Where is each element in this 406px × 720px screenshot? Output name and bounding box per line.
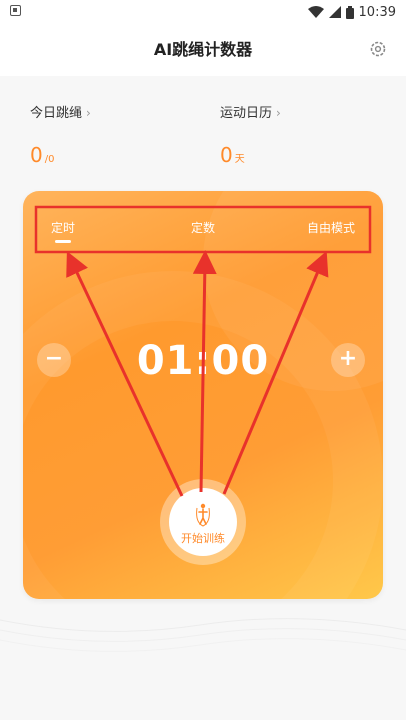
today-jump-unit: /0 bbox=[44, 154, 55, 165]
app-header: AI跳绳计数器 bbox=[0, 24, 406, 76]
status-bar: 10:39 bbox=[0, 0, 406, 24]
calendar-label: 运动日历 bbox=[220, 106, 273, 121]
chevron-right-icon: › bbox=[86, 106, 91, 120]
tab-count[interactable]: 定数 bbox=[191, 219, 215, 236]
tab-active-indicator bbox=[55, 240, 71, 243]
signal-icon bbox=[328, 6, 341, 18]
start-button-face[interactable]: 开始训练 bbox=[169, 488, 237, 556]
bottom-decoration bbox=[0, 618, 406, 652]
jump-rope-icon bbox=[196, 503, 210, 527]
chevron-right-icon: › bbox=[276, 106, 281, 120]
calendar-stat[interactable]: 运动日历 › 0天 bbox=[220, 102, 281, 167]
clock: 10:39 bbox=[358, 4, 396, 20]
battery-icon bbox=[345, 5, 354, 19]
today-jump-stat[interactable]: 今日跳绳 › 0/0 bbox=[30, 102, 91, 167]
wifi-icon bbox=[307, 6, 324, 18]
status-icons: 10:39 bbox=[307, 3, 396, 21]
gear-icon[interactable] bbox=[368, 39, 388, 59]
page-title: AI跳绳计数器 bbox=[153, 40, 253, 59]
calendar-unit: 天 bbox=[234, 154, 245, 165]
notification-icon bbox=[10, 5, 21, 16]
start-training-button[interactable]: 开始训练 bbox=[160, 479, 246, 565]
training-card: 定时 定数 自由模式 − 01:00 + 开始训练 bbox=[23, 191, 383, 599]
tab-timed[interactable]: 定时 bbox=[51, 219, 75, 236]
today-jump-label: 今日跳绳 bbox=[30, 106, 83, 121]
today-jump-value: 0 bbox=[30, 143, 43, 167]
tab-free-mode[interactable]: 自由模式 bbox=[307, 219, 355, 236]
timer-display: 01:00 bbox=[136, 338, 270, 384]
increase-button[interactable]: + bbox=[331, 343, 365, 377]
start-training-label: 开始训练 bbox=[181, 532, 225, 545]
calendar-value: 0 bbox=[220, 143, 233, 167]
stats-section: 今日跳绳 › 0/0 运动日历 › 0天 bbox=[0, 76, 406, 180]
mode-tabs: 定时 定数 自由模式 bbox=[35, 205, 369, 243]
